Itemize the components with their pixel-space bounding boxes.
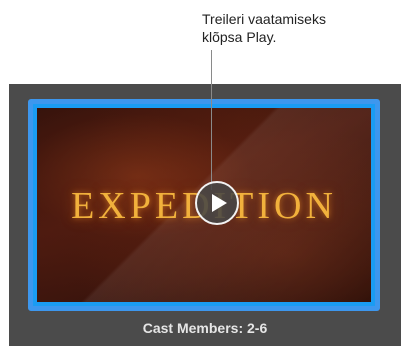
play-button[interactable] (195, 181, 239, 225)
play-icon (212, 194, 227, 212)
trailer-thumbnail[interactable]: EXPEDITION (28, 99, 380, 311)
trailer-poster: EXPEDITION (37, 108, 371, 302)
callout-line-2: klõpsa Play. (202, 29, 277, 45)
cast-members-caption: Cast Members: 2-6 (142, 320, 268, 336)
callout-text: Treileri vaatamiseks klõpsa Play. (202, 10, 392, 46)
trailer-panel: EXPEDITION Cast Members: 2-6 (9, 84, 401, 346)
callout-line-1: Treileri vaatamiseks (202, 11, 326, 27)
callout-pointer-line (211, 50, 212, 190)
